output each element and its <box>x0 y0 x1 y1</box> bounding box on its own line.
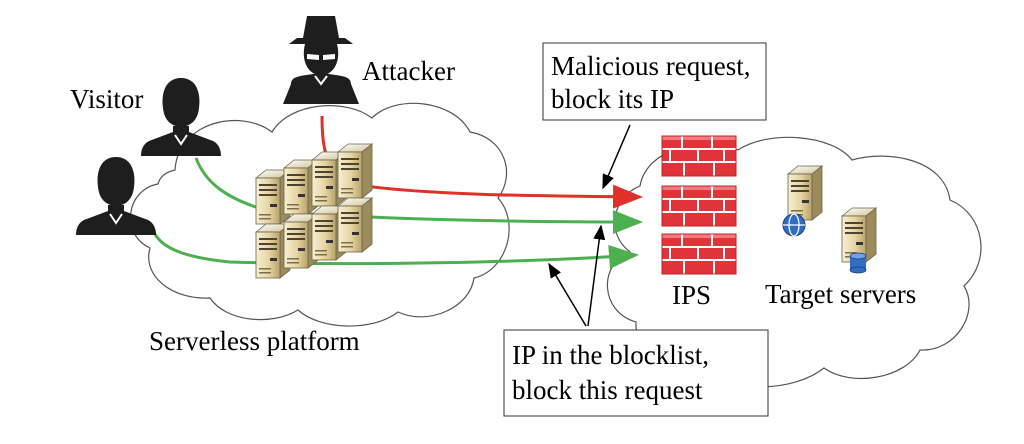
server-icon <box>337 143 373 199</box>
visitor-user-icon <box>140 77 222 157</box>
blocklist-callout-line1: IP in the blocklist, <box>512 340 709 370</box>
target-servers-label: Target servers <box>765 279 916 309</box>
malicious-callout-line1: Malicious request, <box>551 51 750 81</box>
database-icon <box>849 252 867 274</box>
hacker-icon <box>283 16 359 104</box>
globe-icon <box>782 213 806 237</box>
server-icon <box>337 197 373 253</box>
serverless-platform-label: Serverless platform <box>149 326 360 356</box>
server-icon <box>787 165 823 221</box>
ips-label: IPS <box>672 280 711 310</box>
malicious-pointer <box>602 124 631 190</box>
diagram: Visitor Attacker Malicious request, bloc… <box>0 0 1024 444</box>
malicious-callout-line2: block its IP <box>551 84 674 114</box>
visitor-label: Visitor <box>70 84 143 114</box>
blocklist-callout-line2: block this request <box>512 375 703 405</box>
blocklist-pointer-left <box>548 262 587 327</box>
attacker-label: Attacker <box>362 56 455 86</box>
firewall-icon <box>661 135 737 275</box>
blocklist-pointer-right <box>587 224 606 327</box>
diagram-canvas: Visitor Attacker Malicious request, bloc… <box>70 16 982 417</box>
